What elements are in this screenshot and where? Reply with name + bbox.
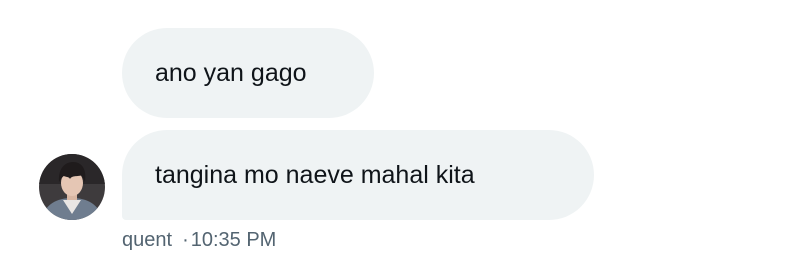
message-bubble[interactable]: tangina mo naeve mahal kita: [122, 130, 594, 220]
timestamp: 10:35 PM: [190, 229, 277, 251]
message-text: tangina mo naeve mahal kita: [155, 161, 475, 189]
sender-name[interactable]: quent: [122, 229, 172, 251]
message-meta: quent · 10:35 PM: [122, 228, 276, 252]
meta-separator: ·: [182, 229, 189, 251]
message-text: ano yan gago: [155, 59, 307, 87]
avatar-photo: [39, 154, 105, 220]
avatar[interactable]: [39, 154, 105, 220]
message-bubble[interactable]: ano yan gago: [122, 28, 374, 118]
